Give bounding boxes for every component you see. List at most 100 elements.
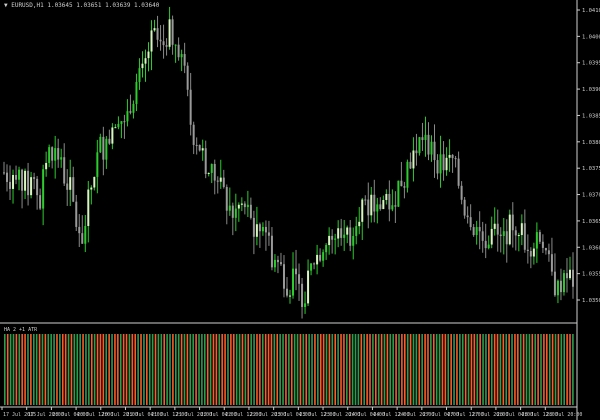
candle-body [228, 205, 231, 211]
indicator-bar [148, 334, 151, 405]
candle-body [36, 178, 39, 196]
indicator-bar [9, 334, 12, 405]
candle-body [180, 54, 183, 58]
candle-body [132, 103, 135, 113]
indicator-bar [47, 334, 50, 405]
indicator-bar [125, 334, 128, 405]
indicator-bar [82, 334, 84, 405]
candle-body [448, 154, 451, 158]
price-label: 1.0370 [582, 193, 600, 199]
indicator-bar [476, 334, 479, 405]
indicator-bar [354, 334, 357, 405]
indicator-bar [201, 334, 203, 405]
candle-body [427, 134, 430, 155]
candle-body [276, 259, 279, 263]
indicator-bar [70, 334, 73, 405]
candle-body [87, 189, 90, 226]
candle-body [243, 203, 246, 208]
indicator-bar [398, 334, 400, 405]
indicator-bar [67, 334, 70, 405]
indicator-bar [172, 334, 174, 405]
indicator-bar [241, 334, 244, 405]
indicator-bar [444, 334, 447, 405]
candle-body [144, 58, 147, 64]
candle-body [81, 233, 84, 244]
indicator-bar [311, 334, 313, 405]
indicator-bar [334, 334, 337, 405]
candle-body [572, 269, 574, 287]
price-chart[interactable]: 1.0410 1.0400 1.0395 1.0390 1.0385 1.0380 1.03… [0, 0, 600, 420]
candle-body [15, 174, 18, 180]
indicator-bar [409, 334, 412, 405]
indicator-bar [346, 334, 348, 405]
indicator-bar [189, 334, 192, 405]
indicator-bar [299, 334, 302, 405]
indicator-bar [27, 334, 29, 405]
candle-body [213, 163, 216, 181]
candle-body [568, 269, 571, 279]
indicator-bar [572, 334, 574, 405]
indicator-bar [305, 334, 308, 405]
indicator-bar [276, 334, 279, 405]
indicator-bar [554, 334, 557, 405]
indicator-bar [177, 334, 180, 405]
candle-body [252, 217, 255, 237]
indicator-bar [314, 334, 316, 405]
candle-body [120, 121, 123, 124]
candle-body [346, 227, 349, 235]
indicator-bar [337, 334, 339, 405]
candle-body [406, 161, 409, 188]
candle-body [445, 157, 448, 171]
candle-body [298, 274, 301, 284]
indicator-bar [154, 334, 157, 405]
candle-body [222, 177, 225, 187]
indicator-bar [137, 334, 139, 405]
indicator-bar [146, 334, 148, 405]
candle-body [60, 157, 63, 160]
candle-body [352, 235, 355, 246]
indicator-bar [557, 334, 560, 405]
indicator-bar [514, 334, 516, 405]
indicator-bar [151, 334, 154, 405]
price-label: 1.0365 [582, 219, 600, 225]
indicator-bar [479, 334, 481, 405]
candle-body [78, 226, 81, 234]
indicator-bar [357, 334, 360, 405]
candle-body [496, 223, 499, 235]
indicator-bar [435, 334, 438, 405]
candle-body [30, 177, 33, 196]
indicator-bar [59, 334, 61, 405]
indicator-bar [157, 334, 160, 405]
indicator-bar [461, 334, 464, 405]
indicator-bar [76, 334, 79, 405]
indicator-bar [250, 334, 252, 405]
candle-body [12, 174, 15, 189]
indicator-bar [143, 334, 145, 405]
indicator-bar [114, 334, 116, 405]
indicator-bar [73, 334, 76, 405]
candle-body [279, 262, 282, 265]
candle-body [102, 136, 105, 160]
candle-body [370, 194, 373, 216]
indicator-bar [186, 334, 189, 405]
indicator-bar [377, 334, 380, 405]
indicator-bar [360, 334, 363, 405]
candle-body [42, 169, 45, 209]
indicator-bar [198, 334, 200, 405]
candle-body [331, 235, 334, 240]
candle-body [310, 263, 313, 271]
candle-body [210, 163, 213, 173]
indicator-bar [163, 334, 166, 405]
indicator-bar [488, 334, 490, 405]
candle-body [301, 283, 304, 307]
candle-body [165, 45, 168, 47]
candle-body [117, 123, 120, 128]
candle-body [355, 226, 358, 236]
indicator-bar [519, 334, 522, 405]
indicator-bar [44, 334, 47, 405]
indicator-bar [493, 334, 496, 405]
indicator-bar [183, 334, 186, 405]
indicator-bar [288, 334, 290, 405]
indicator-histogram [4, 334, 574, 405]
candle-body [33, 177, 36, 179]
